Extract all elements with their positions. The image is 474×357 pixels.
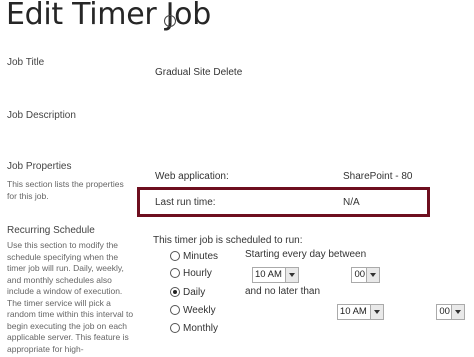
job-properties-description: This section lists the properties for th… [7, 179, 124, 201]
start-hour-value: 10 AM [255, 269, 282, 280]
radio-button-monthly[interactable] [170, 323, 180, 334]
radio-label-hourly: Hourly [183, 268, 212, 279]
start-hour-select[interactable]: 10 AM [252, 267, 299, 283]
job-properties-section-label: Job Properties [7, 161, 72, 172]
radio-button-hourly[interactable] [170, 268, 180, 279]
end-window-label: and no later than [245, 286, 321, 297]
page-title: Edit Timer Job [6, 0, 211, 32]
radio-button-weekly[interactable] [170, 305, 180, 316]
radio-label-daily: Daily [183, 287, 206, 298]
radio-minutes[interactable]: Minutes [170, 251, 218, 262]
end-minute-select[interactable]: 00 [436, 304, 466, 320]
radio-label-monthly: Monthly [183, 323, 219, 334]
schedule-intro-text: This timer job is scheduled to run: [153, 235, 303, 246]
end-minute-value: 00 [439, 306, 450, 317]
start-window-label: Starting every day between [245, 249, 367, 260]
radio-hourly[interactable]: Hourly [170, 268, 212, 279]
radio-button-daily[interactable] [170, 287, 180, 298]
info-icon[interactable]: i [164, 15, 176, 27]
radio-monthly[interactable]: Monthly [170, 323, 218, 334]
job-description-section-label: Job Description [7, 110, 76, 121]
chevron-down-icon [369, 305, 383, 319]
end-hour-select[interactable]: 10 AM [336, 304, 384, 320]
radio-label-weekly: Weekly [183, 305, 216, 316]
job-title-section-label: Job Title [7, 57, 45, 68]
recurring-schedule-description: Use this section to modify the schedule … [7, 240, 134, 354]
start-minute-value: 00 [354, 269, 366, 280]
radio-daily[interactable]: Daily [170, 287, 205, 298]
last-run-value: N/A [343, 197, 360, 208]
radio-button-minutes[interactable] [170, 251, 180, 262]
job-title-value: Gradual Site Delete [155, 67, 243, 78]
end-hour-value: 10 AM [339, 306, 367, 317]
last-run-label: Last run time: [155, 197, 216, 208]
chevron-down-icon [285, 268, 298, 282]
start-minute-select[interactable]: 00 [351, 267, 381, 283]
chevron-down-icon [366, 268, 380, 282]
chevron-down-icon [451, 305, 465, 319]
radio-label-minutes: Minutes [183, 251, 219, 262]
web-application-label: Web application: [155, 171, 229, 182]
recurring-schedule-section-label: Recurring Schedule [7, 225, 95, 236]
web-application-value: SharePoint - 80 [343, 171, 413, 182]
radio-weekly[interactable]: Weekly [170, 305, 216, 316]
